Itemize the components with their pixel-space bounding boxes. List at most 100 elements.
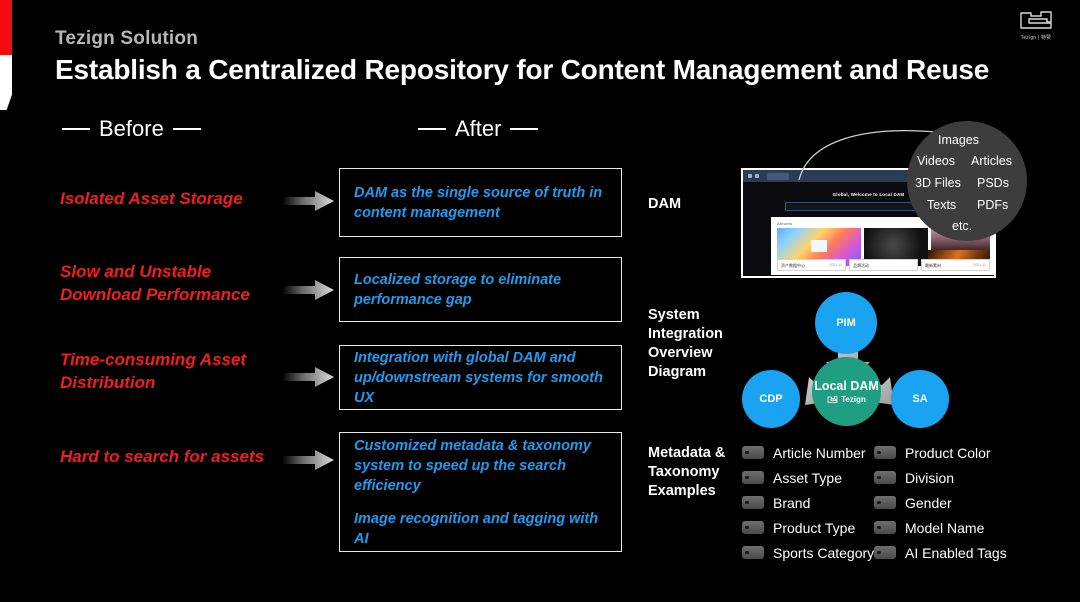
asset-types-bubble: Images Videos Articles 3D Files PSDs Tex…: [907, 121, 1027, 241]
rule-left-icon: [62, 128, 90, 130]
bubble-item-etc: etc.: [952, 219, 973, 233]
before-item-1: Slow and Unstable Download Performance: [60, 262, 250, 304]
tag-icon: [742, 546, 764, 559]
before-item-0: Isolated Asset Storage: [60, 189, 243, 208]
after-box-1-line-0: Localized storage to eliminate performan…: [354, 271, 562, 308]
metadata-label: Product Color: [905, 444, 991, 461]
rule-right-icon: [510, 128, 539, 130]
metadata-row: Product Color: [874, 440, 1007, 465]
section-label-after: After: [418, 116, 539, 142]
metadata-label: Asset Type: [773, 469, 843, 486]
tezign-logo: Tezign | 特赞: [1010, 10, 1062, 50]
transition-arrow-1: [282, 279, 334, 301]
metadata-label: Article Number: [773, 444, 866, 461]
metadata-label: Model Name: [905, 519, 985, 536]
metadata-label: AI Enabled Tags: [905, 544, 1007, 561]
label-metadata: Metadata & Taxonomy Examples: [648, 445, 726, 500]
tezign-mark-icon: [827, 395, 838, 403]
logo-caption: Tezign | 特赞: [1020, 35, 1052, 41]
section-label-before: Before: [62, 116, 201, 142]
metadata-row: Article Number: [742, 440, 874, 465]
bubble-item-videos: Videos: [917, 154, 955, 168]
window-dot-icon: [755, 174, 759, 178]
tezign-mark-icon: [1020, 11, 1052, 29]
bubble-item-images: Images: [938, 133, 979, 147]
node-pim-label: PIM: [836, 317, 856, 329]
tag-icon: [874, 521, 896, 534]
metadata-row: Sports Category: [742, 540, 874, 565]
bubble-item-texts: Texts: [927, 198, 957, 212]
tag-icon: [874, 471, 896, 484]
node-local-dam: Local DAM Tezign: [812, 357, 881, 426]
node-sa-label: SA: [912, 393, 928, 405]
metadata-row: Product Type: [742, 515, 874, 540]
node-brand-text: Tezign: [841, 395, 866, 404]
metadata-label: Brand: [773, 494, 811, 511]
metadata-row: Division: [874, 465, 1007, 490]
accent-bar-red: [0, 0, 12, 55]
bubble-item-3dfiles: 3D Files: [915, 176, 961, 190]
after-box-1: Localized storage to eliminate performan…: [339, 257, 622, 322]
browser-tab: [767, 173, 789, 180]
transition-arrow-2: [282, 366, 334, 388]
metadata-row: Asset Type: [742, 465, 874, 490]
section-label-before-text: Before: [99, 116, 164, 141]
footer-cell-label: 最新素材: [925, 263, 941, 268]
footer-cell: 资产数据中心 2021-11: [777, 259, 846, 271]
footer-cell-meta: 2021-11: [829, 263, 842, 267]
tag-icon: [742, 446, 764, 459]
before-item-3: Hard to search for assets: [60, 447, 265, 466]
label-system-diagram: System Integration Overview Diagram: [648, 307, 723, 381]
metadata-label: Product Type: [773, 519, 856, 536]
node-cdp-label: CDP: [759, 393, 783, 405]
after-box-2-line-0: Integration with global DAM and up/downs…: [354, 349, 603, 406]
after-box-3-line-1: Image recognition and tagging with AI: [354, 510, 599, 547]
node-local-dam-label: Local DAM: [814, 379, 879, 393]
bubble-item-psds: PSDs: [977, 176, 1009, 190]
tag-icon: [742, 496, 764, 509]
after-box-0: DAM as the single source of truth in con…: [339, 168, 622, 237]
rule-right-icon: [172, 128, 201, 130]
before-item-2: Time-consuming Asset Distribution: [60, 350, 247, 392]
footer-cell: 品牌活动: [849, 259, 918, 271]
node-cdp: CDP: [742, 370, 800, 428]
footer-cell-label: 资产数据中心: [781, 263, 805, 268]
slide-canvas: Tezign Solution Establish a Centralized …: [0, 0, 1080, 602]
metadata-row: Brand: [742, 490, 874, 515]
screenshot-welcome-text: Global, Welcome to Local DAM: [832, 192, 905, 197]
asset-footer-row: 资产数据中心 2021-11 品牌活动 最新素材 2021-11: [777, 259, 990, 271]
after-box-3-line-0: Customized metadata & taxonomy system to…: [354, 437, 591, 494]
accent-bar-white: [0, 55, 12, 110]
transition-arrow-3: [282, 449, 334, 471]
bubble-item-articles: Articles: [971, 154, 1012, 168]
metadata-row: Gender: [874, 490, 1007, 515]
label-dam: DAM: [648, 196, 682, 212]
tag-icon: [742, 521, 764, 534]
window-dot-icon: [748, 174, 752, 178]
metadata-column-right: Product Color Division Gender Model Name…: [874, 440, 1007, 565]
eyebrow-text: Tezign Solution: [55, 28, 199, 49]
footer-cell-label: 品牌活动: [853, 263, 869, 268]
page-title: Establish a Centralized Repository for C…: [55, 54, 990, 85]
footer-cell-meta: 2021-11: [973, 263, 986, 267]
after-box-0-line-0: DAM as the single source of truth in con…: [354, 184, 603, 221]
node-local-dam-brand: Tezign: [827, 395, 866, 404]
node-sa: SA: [891, 370, 949, 428]
after-box-3: Customized metadata & taxonomy system to…: [339, 432, 622, 552]
transition-arrow-0: [282, 190, 334, 212]
rule-left-icon: [418, 128, 446, 130]
section-label-after-text: After: [455, 116, 502, 141]
tag-icon: [874, 496, 896, 509]
metadata-label: Gender: [905, 494, 952, 511]
tag-icon: [874, 546, 896, 559]
footer-cell: 最新素材 2021-11: [921, 259, 990, 271]
metadata-column-left: Article Number Asset Type Brand Product …: [742, 440, 874, 565]
metadata-row: AI Enabled Tags: [874, 540, 1007, 565]
metadata-label: Sports Category: [773, 544, 875, 561]
metadata-label: Division: [905, 469, 955, 486]
tag-icon: [874, 446, 896, 459]
bubble-item-pdfs: PDFs: [977, 198, 1009, 212]
after-box-2: Integration with global DAM and up/downs…: [339, 345, 622, 410]
metadata-row: Model Name: [874, 515, 1007, 540]
album-label: Albums: [777, 221, 793, 226]
